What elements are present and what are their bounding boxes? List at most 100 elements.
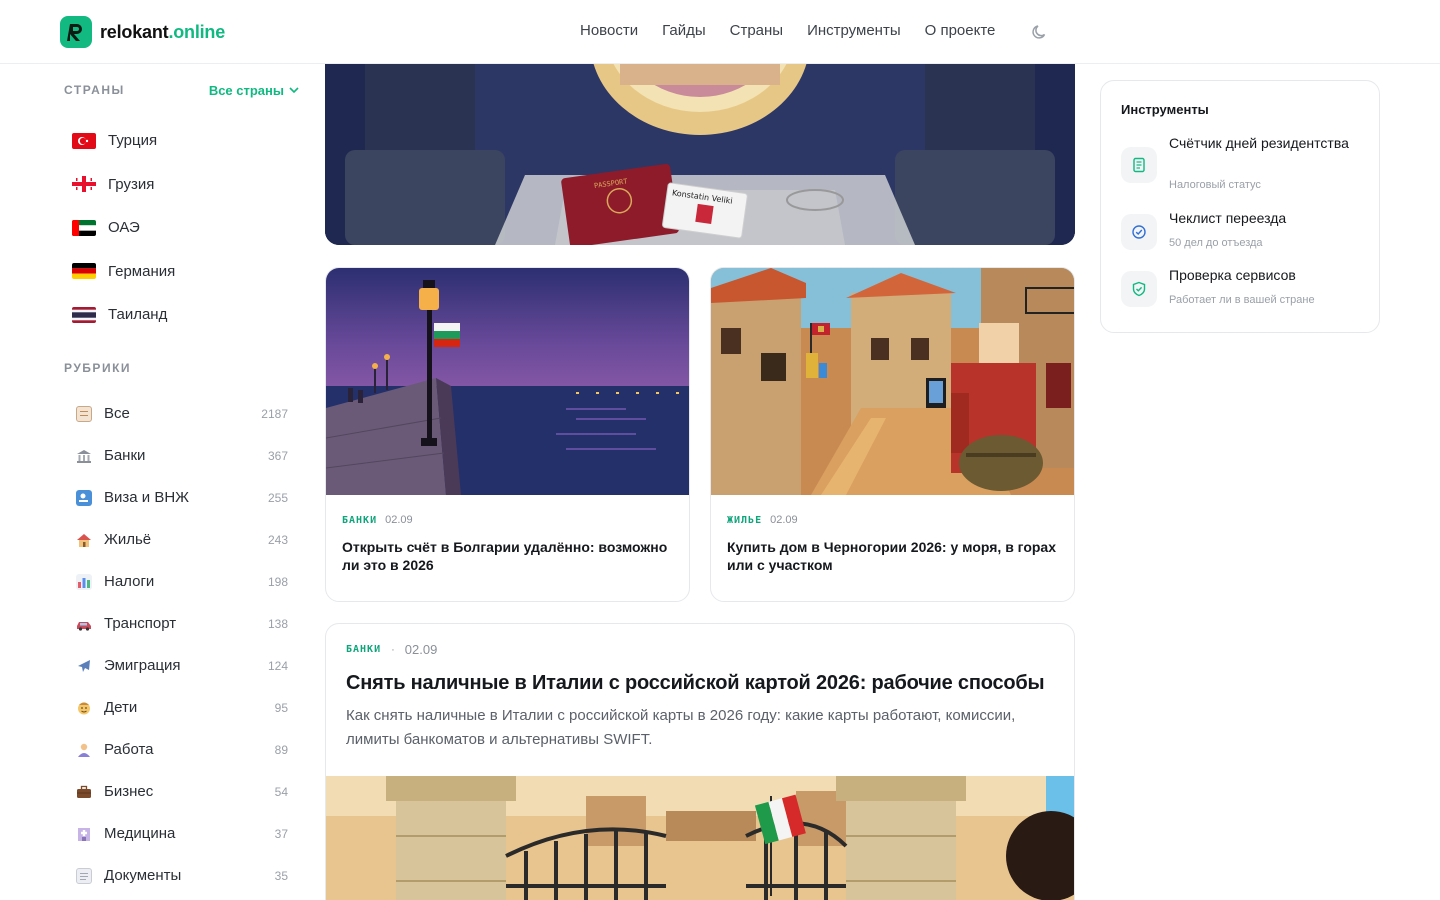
article-card-montenegro[interactable]: ЖИЛЬЕ 02.09 Купить дом в Черногории 2026… (710, 267, 1075, 602)
article-card-italy[interactable]: БАНКИ · 02.09 Снять наличные в Италии с … (325, 623, 1075, 900)
rubric-label: Бизнес (104, 783, 154, 800)
country-label: Германия (108, 262, 176, 280)
main-nav: Новости Гайды Страны Инструменты О проек… (580, 22, 995, 39)
rubric-count: 35 (274, 868, 288, 883)
rubric-count: 37 (274, 826, 288, 841)
tool-residency-counter[interactable]: Счётчик дней резидентства Налоговый стат… (1121, 135, 1361, 195)
tools-title: Инструменты (1121, 102, 1209, 117)
rubric-label: Все (104, 405, 130, 422)
logo-mark-icon (60, 16, 92, 48)
rubric-label: Эмиграция (104, 657, 181, 674)
document-icon (1121, 147, 1157, 183)
sidebar-item-transport[interactable]: Транспорт 138 (60, 603, 300, 645)
site-logo[interactable]: relokant.online (60, 16, 225, 48)
category-tag[interactable]: ЖИЛЬЕ (727, 515, 762, 526)
rubric-count: 255 (267, 490, 288, 505)
nav-item-countries[interactable]: Страны (730, 22, 783, 39)
sidebar-item-work[interactable]: Работа 89 (60, 729, 300, 771)
all-countries-label: Все страны (208, 82, 284, 98)
nav-item-about[interactable]: О проекте (925, 22, 996, 39)
rubric-label: Дети (104, 699, 138, 716)
uae-flag-icon (72, 219, 96, 236)
card-image-italy (326, 776, 1074, 900)
clipboard-icon (76, 405, 92, 422)
card-title[interactable]: Купить дом в Черногории 2026: у моря, в … (727, 538, 1058, 574)
nav-item-tools[interactable]: Инструменты (807, 22, 901, 39)
tool-subtitle: 50 дел до отъезда (1169, 237, 1263, 249)
tool-name: Счётчик дней резидентства (1169, 135, 1349, 151)
sidebar-item-turkey[interactable]: Турция (60, 119, 300, 163)
sidebar-item-taxes[interactable]: Налоги 198 (60, 561, 300, 603)
countries-list: Турция Грузия ОАЭ Германия Таиланд (60, 119, 300, 337)
sidebar-item-banks[interactable]: Банки 367 (60, 435, 300, 477)
card-date: 02.09 (770, 514, 798, 526)
rubric-count: 2187 (261, 406, 288, 421)
sidebar-item-children[interactable]: Дети 95 (60, 687, 300, 729)
country-label: Грузия (108, 175, 155, 193)
rubric-count: 95 (274, 700, 288, 715)
moon-icon[interactable] (1030, 22, 1050, 42)
rubric-count: 89 (274, 742, 288, 757)
country-label: Таиланд (108, 306, 168, 324)
sidebar-item-visa[interactable]: Виза и ВНЖ 255 (60, 477, 300, 519)
rubric-label: Транспорт (104, 615, 177, 632)
check-circle-icon (1121, 214, 1157, 250)
briefcase-icon (76, 784, 92, 800)
rubric-label: Виза и ВНЖ (104, 489, 190, 506)
sidebar-item-thailand[interactable]: Таиланд (60, 293, 300, 337)
rubric-count: 138 (267, 616, 288, 631)
nav-item-guides[interactable]: Гайды (662, 22, 706, 39)
article-card-bulgaria[interactable]: БАНКИ 02.09 Открыть счёт в Болгарии удал… (325, 267, 690, 602)
country-label: ОАЭ (108, 219, 140, 237)
all-countries-dropdown[interactable]: Все страны (209, 83, 300, 98)
sidebar-item-business[interactable]: Бизнес 54 (60, 771, 300, 813)
sidebar-item-all[interactable]: Все 2187 (60, 393, 300, 435)
hospital-icon (76, 826, 92, 842)
left-sidebar: СТРАНЫ Все страны Турция Грузия ОАЭ Герм… (60, 64, 300, 897)
card-date: 02.09 (385, 514, 413, 526)
rubric-label: Банки (104, 447, 146, 464)
tool-subtitle: Работает ли в вашей стране (1169, 294, 1315, 306)
sidebar-item-georgia[interactable]: Грузия (60, 163, 300, 207)
logo-text: relokant.online (100, 21, 226, 42)
georgia-flag-icon (72, 176, 96, 193)
tool-moving-checklist[interactable]: Чеклист переезда 50 дел до отъезда (1121, 210, 1361, 250)
chevron-down-icon (289, 87, 299, 94)
sidebar-item-medicine[interactable]: Медицина 37 (60, 813, 300, 855)
sidebar-item-documents[interactable]: Документы 35 (60, 855, 300, 897)
category-tag[interactable]: БАНКИ (346, 644, 381, 655)
card-meta: БАНКИ 02.09 (342, 514, 413, 526)
card-image-bulgaria (326, 268, 689, 495)
thailand-flag-icon (72, 306, 96, 323)
card-date: 02.09 (404, 642, 438, 657)
country-label: Турция (108, 132, 158, 150)
sidebar-item-housing[interactable]: Жильё 243 (60, 519, 300, 561)
sidebar-item-germany[interactable]: Германия (60, 250, 300, 294)
category-tag[interactable]: БАНКИ (342, 515, 377, 526)
card-meta: ЖИЛЬЕ 02.09 (727, 514, 798, 526)
rubric-count: 243 (267, 532, 288, 547)
germany-flag-icon (72, 263, 96, 280)
tool-subtitle: Налоговый статус (1169, 179, 1261, 191)
rubric-label: Налоги (104, 573, 155, 590)
turkey-flag-icon (72, 132, 96, 149)
card-title[interactable]: Открыть счёт в Болгарии удалённо: возмож… (342, 538, 673, 574)
nav-item-news[interactable]: Новости (580, 22, 638, 39)
card-title[interactable]: Снять наличные в Италии с российской кар… (346, 672, 1045, 695)
tools-widget: Инструменты Счётчик дней резидентства На… (1100, 80, 1380, 333)
rubric-count: 198 (267, 574, 288, 589)
sidebar-item-emigration[interactable]: Эмиграция 124 (60, 645, 300, 687)
sidebar-item-uae[interactable]: ОАЭ (60, 206, 300, 250)
rubrics-title: РУБРИКИ (64, 360, 132, 375)
airplane-icon (76, 658, 92, 674)
rubric-label: Документы (104, 867, 182, 884)
house-icon (76, 532, 92, 548)
card-description: Как снять наличные в Италии с российской… (346, 707, 1016, 748)
rubric-label: Жильё (104, 531, 152, 548)
tool-service-check[interactable]: Проверка сервисов Работает ли в вашей ст… (1121, 267, 1361, 307)
rubric-count: 124 (267, 658, 288, 673)
car-icon (76, 616, 92, 632)
rubrics-list: Все 2187 Банки 367 Виза и ВНЖ 255 Жильё … (60, 393, 300, 897)
rubric-label: Работа (104, 741, 154, 758)
child-icon (76, 700, 92, 716)
